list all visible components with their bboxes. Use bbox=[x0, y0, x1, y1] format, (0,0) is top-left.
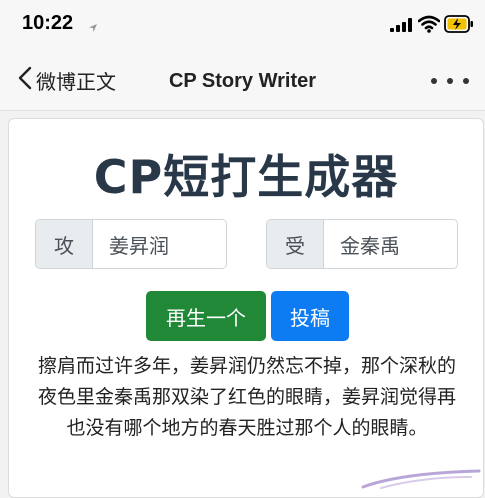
top-label: 攻 bbox=[36, 220, 93, 268]
decoration-swoosh-icon bbox=[361, 469, 481, 493]
top-input-group: 攻 bbox=[35, 219, 227, 269]
generator-card: CP短打生成器 攻 受 再生一个 投稿 擦肩而过许多年，姜昇润仍然忘不掉，那个深… bbox=[8, 118, 484, 498]
chevron-left-icon bbox=[18, 66, 32, 94]
bottom-label: 受 bbox=[267, 220, 324, 268]
location-arrow-icon bbox=[88, 18, 98, 37]
wifi-icon bbox=[417, 15, 441, 37]
page-title: CP短打生成器 bbox=[93, 150, 399, 204]
more-dot-icon bbox=[431, 78, 437, 84]
regenerate-button[interactable]: 再生一个 bbox=[146, 291, 266, 341]
nav-bar: 微博正文 CP Story Writer bbox=[0, 50, 485, 111]
top-name-input[interactable] bbox=[93, 220, 226, 268]
more-dot-icon bbox=[463, 78, 469, 84]
back-label: 微博正文 bbox=[36, 69, 116, 94]
more-dot-icon bbox=[447, 78, 453, 84]
submit-button[interactable]: 投稿 bbox=[271, 291, 349, 341]
cellular-signal-icon bbox=[390, 17, 412, 36]
bottom-name-input[interactable] bbox=[324, 220, 457, 268]
more-options-button[interactable] bbox=[431, 66, 469, 96]
back-button[interactable]: 微博正文 bbox=[18, 64, 116, 96]
bottom-input-group: 受 bbox=[266, 219, 458, 269]
battery-charging-icon bbox=[444, 15, 474, 37]
story-text: 擦肩而过许多年，姜昇润仍然忘不掉，那个深秋的夜色里金秦禹那双染了红色的眼睛，姜昇… bbox=[37, 355, 456, 439]
status-time: 10:22 bbox=[22, 12, 74, 34]
status-bar: 10:22 bbox=[0, 0, 485, 50]
